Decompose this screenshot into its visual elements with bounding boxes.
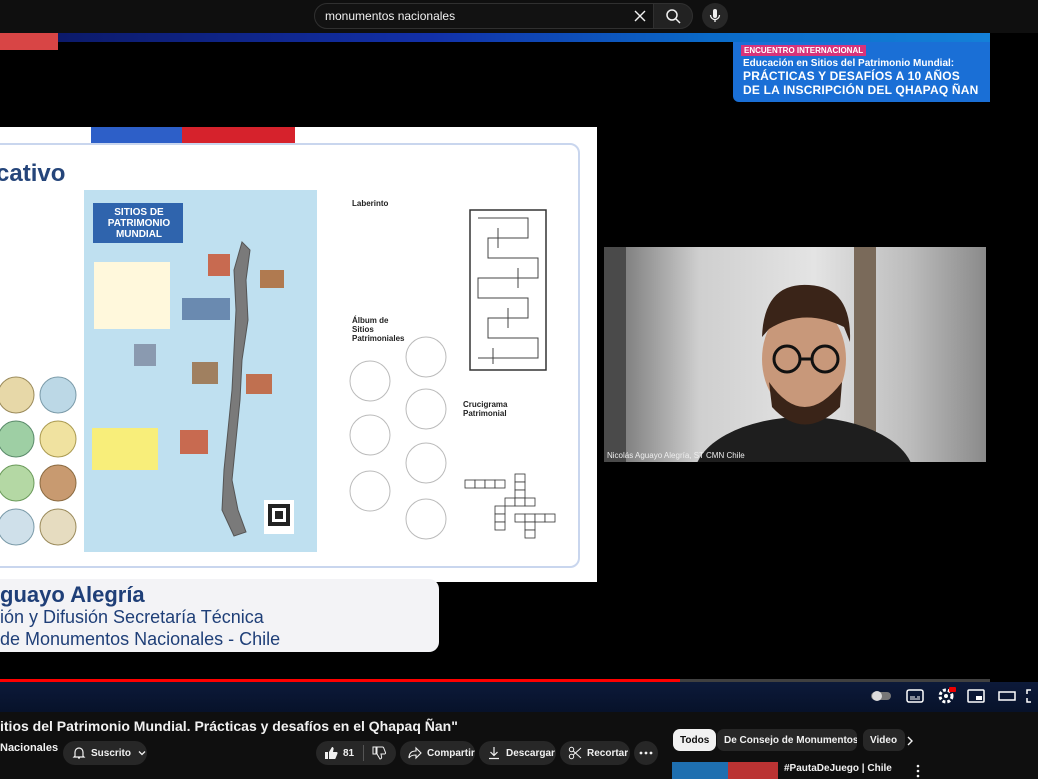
like-divider (363, 745, 365, 761)
search-button[interactable] (653, 3, 693, 29)
scissors-icon (568, 746, 582, 760)
speaker-webcam (604, 247, 986, 462)
labyrinth-heading: Laberinto (352, 199, 389, 208)
stamp-collection (0, 373, 82, 548)
like-icon[interactable] (324, 746, 338, 760)
video-top-stripe (58, 33, 990, 42)
subtitles-icon[interactable] (906, 689, 924, 703)
search-query[interactable]: monumentos nacionales (325, 9, 455, 23)
download-icon (489, 747, 499, 760)
slide-flag-blue (91, 127, 182, 143)
event-title-line2: DE LA INSCRIPCIÓN DEL QHAPAQ ÑAN (743, 83, 979, 97)
chevron-down-icon (138, 751, 146, 756)
share-icon (408, 746, 422, 760)
related-title[interactable]: #PautaDeJuego | Chile (784, 763, 892, 774)
event-tag: ENCUENTRO INTERNACIONAL (741, 45, 867, 56)
download-button[interactable]: Descargar (479, 741, 556, 765)
voice-search-button[interactable] (702, 3, 728, 29)
related-thumbnail[interactable] (672, 762, 778, 779)
speaker-role: ión y Difusión Secretaría Técnica (0, 607, 264, 627)
map-photos (134, 254, 284, 454)
chip-all[interactable]: Todos (673, 729, 717, 751)
subscribed-label: Suscrito (90, 747, 131, 759)
autoplay-toggle-icon[interactable] (870, 689, 894, 703)
event-title-line1: PRÁCTICAS Y DESAFÍOS A 10 AÑOS (743, 69, 960, 83)
share-button[interactable]: Compartir (400, 741, 475, 765)
clip-button[interactable]: Recortar (560, 741, 630, 765)
share-label: Compartir (427, 747, 475, 759)
event-subtitle: Educación en Sitios del Patrimonio Mundi… (743, 58, 955, 69)
crossword-grid (464, 473, 556, 539)
clip-label: Recortar (587, 747, 629, 759)
webcam-label: Nicolás Aguayo Alegría, ST CMN Chile (607, 451, 745, 460)
more-horizontal-icon (639, 751, 653, 755)
maze-illustration (469, 209, 547, 371)
dislike-icon[interactable] (372, 746, 387, 760)
settings-gear-icon[interactable] (937, 686, 957, 704)
map-title: SITIOS DE PATRIMONIO MUNDIAL (107, 207, 171, 240)
chip-video[interactable]: Video (863, 729, 905, 751)
theater-mode-icon[interactable] (998, 689, 1016, 703)
slide-flag-red (182, 127, 295, 143)
more-vertical-icon[interactable] (913, 764, 923, 778)
download-label: Descargar (506, 747, 555, 759)
speaker-organization: de Monumentos Nacionales - Chile (0, 629, 281, 649)
like-count[interactable]: 81 (343, 748, 354, 759)
microphone-icon (709, 9, 721, 22)
channel-name[interactable]: Nacionales (0, 742, 58, 754)
miniplayer-icon[interactable] (967, 689, 985, 703)
subscribed-button[interactable]: Suscrito (63, 741, 147, 765)
search-icon (666, 9, 681, 24)
video-letterbox (990, 33, 1038, 683)
chevron-right-icon[interactable] (904, 734, 916, 748)
video-title: itios del Patrimonio Mundial. Prácticas … (0, 718, 458, 734)
like-dislike-group: 81 (316, 741, 396, 765)
crossword-heading: Crucigrama Patrimonial (463, 400, 508, 418)
clear-search-icon[interactable] (631, 7, 649, 25)
speaker-name: guayo Alegría (0, 582, 145, 607)
fullscreen-icon[interactable] (1026, 689, 1038, 703)
more-actions-button[interactable] (634, 741, 658, 765)
video-top-stripe-red (0, 33, 58, 50)
related-thumbnail-image (728, 762, 778, 779)
chip-channel[interactable]: De Consejo de Monumentos N... (717, 729, 857, 751)
speaker-portrait (604, 247, 911, 462)
qr-code-icon (264, 500, 294, 534)
slide-title: cativo (0, 160, 66, 187)
bell-icon (72, 747, 86, 759)
album-circles (349, 336, 447, 540)
